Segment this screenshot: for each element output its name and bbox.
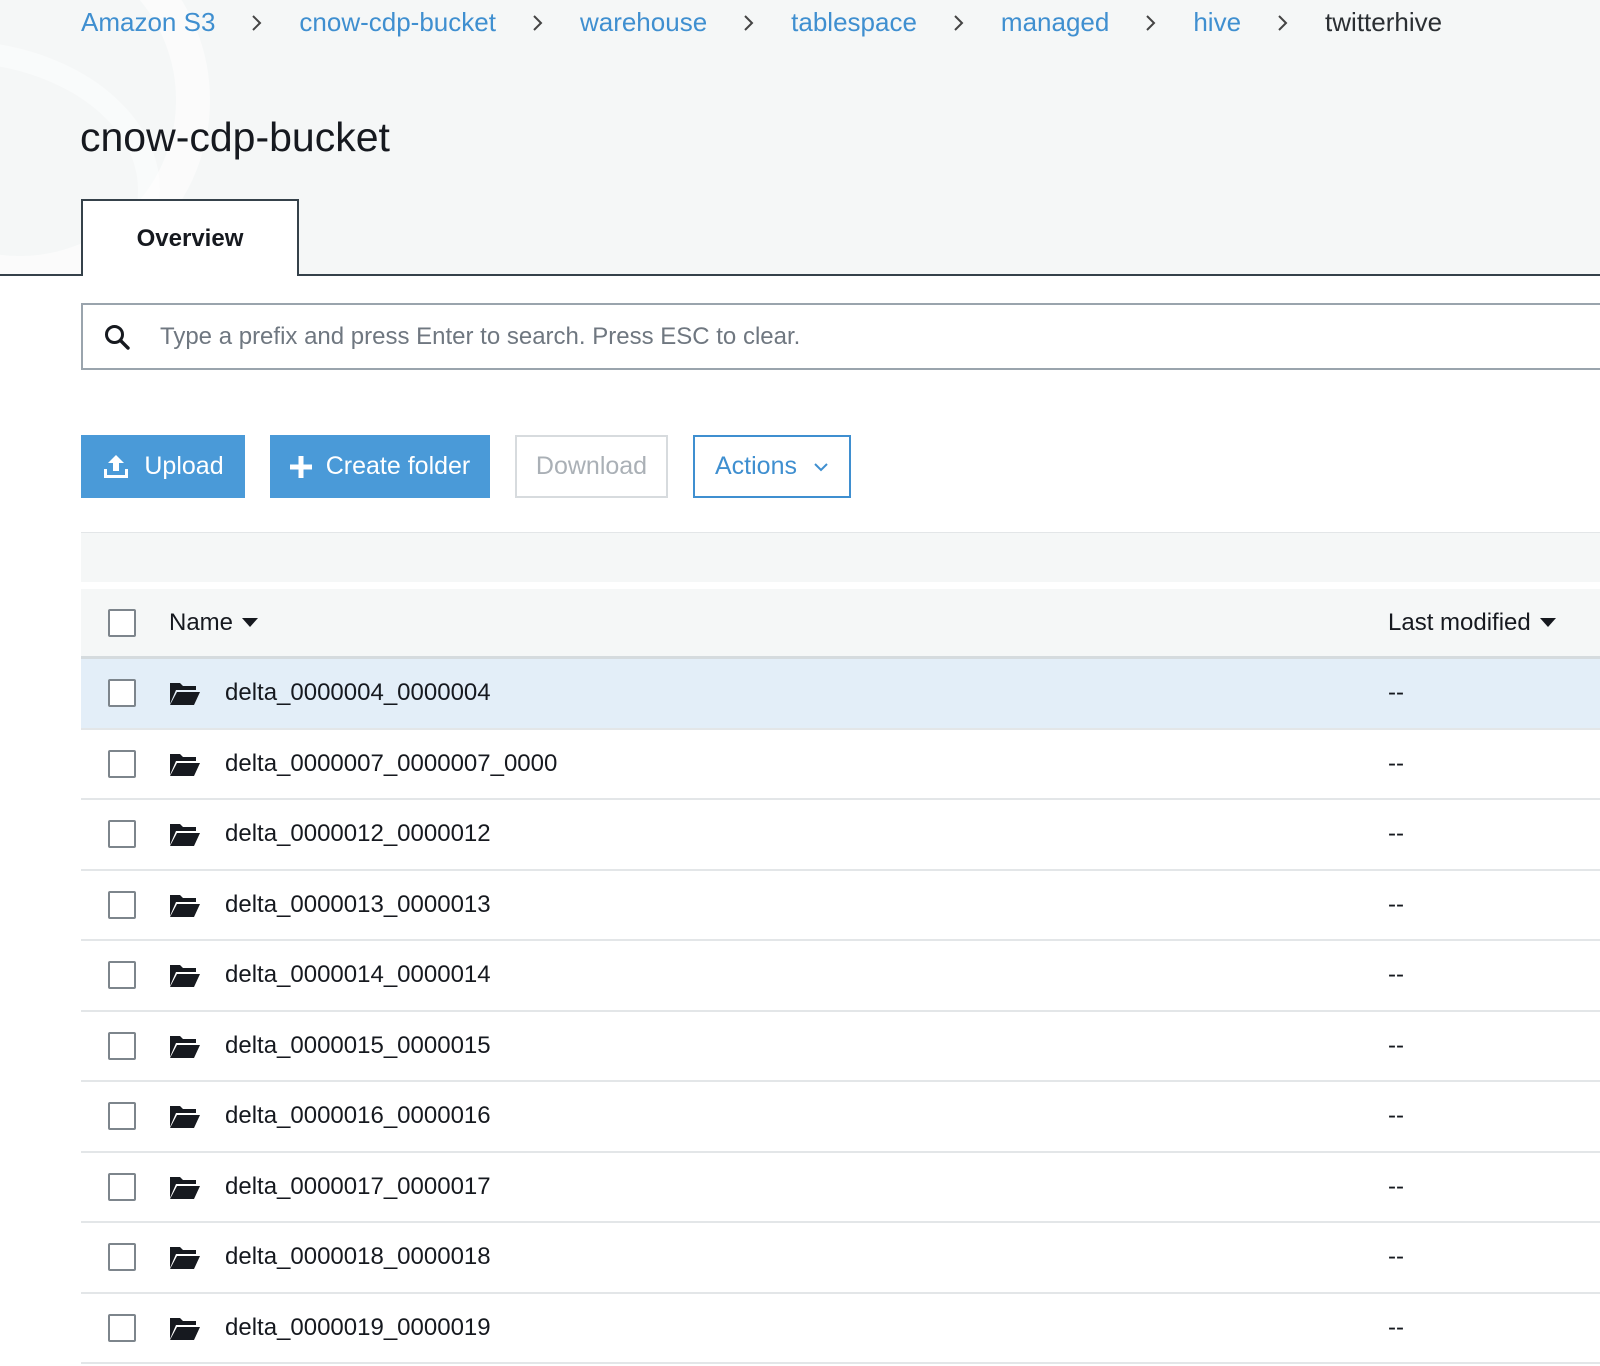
breadcrumb-managed[interactable]: managed <box>1001 7 1109 38</box>
column-name-label: Name <box>169 608 234 636</box>
folder-open-icon <box>170 1247 200 1270</box>
row-checkbox[interactable] <box>108 749 136 778</box>
caret-down-icon <box>1539 617 1556 628</box>
folder-open-icon <box>170 1176 200 1199</box>
column-last-modified-label: Last modified <box>1388 608 1531 636</box>
table-header: Name Last modified <box>81 589 1600 659</box>
table-row[interactable]: delta_0000019_0000019 -- <box>81 1294 1600 1364</box>
column-header-name[interactable]: Name <box>169 608 259 637</box>
chevron-right-icon <box>1109 9 1193 35</box>
download-button[interactable]: Download <box>515 435 668 498</box>
select-all-checkbox[interactable] <box>108 608 136 637</box>
table-row[interactable]: delta_0000018_0000018 -- <box>81 1223 1600 1294</box>
row-checkbox[interactable] <box>108 1172 136 1201</box>
actions-label: Actions <box>715 452 797 480</box>
upload-button[interactable]: Upload <box>81 435 245 498</box>
chevron-right-icon <box>917 9 1001 35</box>
search-input[interactable] <box>160 322 1560 351</box>
tab-overview[interactable]: Overview <box>81 199 299 276</box>
create-folder-label: Create folder <box>325 452 471 480</box>
row-name-link[interactable]: delta_0000007_0000007_0000 <box>225 750 557 778</box>
row-name-link[interactable]: delta_0000015_0000015 <box>225 1032 491 1060</box>
table-row[interactable]: delta_0000013_0000013 -- <box>81 871 1600 941</box>
row-checkbox[interactable] <box>108 679 136 708</box>
table-row[interactable]: delta_0000015_0000015 -- <box>81 1012 1600 1082</box>
row-last-modified: -- <box>1388 890 1404 918</box>
table-row[interactable]: delta_0000014_0000014 -- <box>81 941 1600 1012</box>
row-checkbox[interactable] <box>108 961 136 990</box>
caret-down-icon <box>242 617 259 628</box>
row-last-modified: -- <box>1388 749 1404 777</box>
object-table: Name Last modified delta_0000004_0000004… <box>81 589 1600 1364</box>
breadcrumb: Amazon S3 cnow-cdp-bucket warehouse tabl… <box>81 4 1442 40</box>
row-name-link[interactable]: delta_0000019_0000019 <box>225 1314 491 1342</box>
row-checkbox[interactable] <box>108 1031 136 1060</box>
folder-open-icon <box>170 824 200 847</box>
row-name-link[interactable]: delta_0000016_0000016 <box>225 1102 491 1130</box>
row-checkbox[interactable] <box>108 820 136 849</box>
page-title: cnow-cdp-bucket <box>80 114 390 160</box>
row-checkbox[interactable] <box>108 890 136 919</box>
row-last-modified: -- <box>1388 1243 1404 1271</box>
table-row[interactable]: delta_0000016_0000016 -- <box>81 1082 1600 1153</box>
table-row[interactable]: delta_0000012_0000012 -- <box>81 800 1600 871</box>
chevron-down-icon <box>813 462 829 472</box>
table-row[interactable]: delta_0000004_0000004 -- <box>81 659 1600 730</box>
row-checkbox[interactable] <box>108 1313 136 1342</box>
chevron-right-icon <box>215 9 299 35</box>
create-folder-button[interactable]: Create folder <box>270 435 490 498</box>
upload-label: Upload <box>144 452 224 480</box>
table-row[interactable]: delta_0000017_0000017 -- <box>81 1153 1600 1223</box>
row-name-link[interactable]: delta_0000004_0000004 <box>225 679 491 707</box>
folder-open-icon <box>170 753 200 776</box>
search-icon <box>105 324 130 350</box>
row-last-modified: -- <box>1388 1102 1404 1130</box>
table-row[interactable]: delta_0000007_0000007_0000 -- <box>81 730 1600 800</box>
row-name-link[interactable]: delta_0000013_0000013 <box>225 891 491 919</box>
table-toolbar <box>81 532 1600 582</box>
row-name-link[interactable]: delta_0000012_0000012 <box>225 820 491 848</box>
row-checkbox[interactable] <box>108 1102 136 1131</box>
row-last-modified: -- <box>1388 820 1404 848</box>
row-name-link[interactable]: delta_0000014_0000014 <box>225 961 491 989</box>
breadcrumb-current: twitterhive <box>1325 6 1443 37</box>
folder-open-icon <box>170 965 200 988</box>
actions-dropdown-button[interactable]: Actions <box>693 435 851 498</box>
upload-icon <box>102 454 130 480</box>
breadcrumb-tablespace[interactable]: tablespace <box>791 7 917 38</box>
breadcrumb-bucket[interactable]: cnow-cdp-bucket <box>299 7 496 38</box>
row-last-modified: -- <box>1388 961 1404 989</box>
chevron-right-icon <box>707 9 791 35</box>
row-last-modified: -- <box>1388 679 1404 707</box>
row-name-link[interactable]: delta_0000017_0000017 <box>225 1173 491 1201</box>
row-name-link[interactable]: delta_0000018_0000018 <box>225 1243 491 1271</box>
folder-open-icon <box>170 1106 200 1129</box>
breadcrumb-hive[interactable]: hive <box>1193 7 1241 38</box>
folder-open-icon <box>170 894 200 917</box>
chevron-right-icon <box>1241 9 1325 35</box>
search-box <box>81 303 1600 370</box>
folder-open-icon <box>170 1035 200 1058</box>
column-header-last-modified[interactable]: Last modified <box>1388 609 1556 637</box>
breadcrumb-amazon-s3[interactable]: Amazon S3 <box>81 7 215 38</box>
row-last-modified: -- <box>1388 1172 1404 1200</box>
row-checkbox[interactable] <box>108 1243 136 1272</box>
breadcrumb-warehouse[interactable]: warehouse <box>580 7 707 38</box>
plus-icon <box>289 455 312 478</box>
row-last-modified: -- <box>1388 1313 1404 1341</box>
chevron-right-icon <box>496 9 580 35</box>
folder-open-icon <box>170 1317 200 1340</box>
row-last-modified: -- <box>1388 1031 1404 1059</box>
folder-open-icon <box>170 683 200 706</box>
